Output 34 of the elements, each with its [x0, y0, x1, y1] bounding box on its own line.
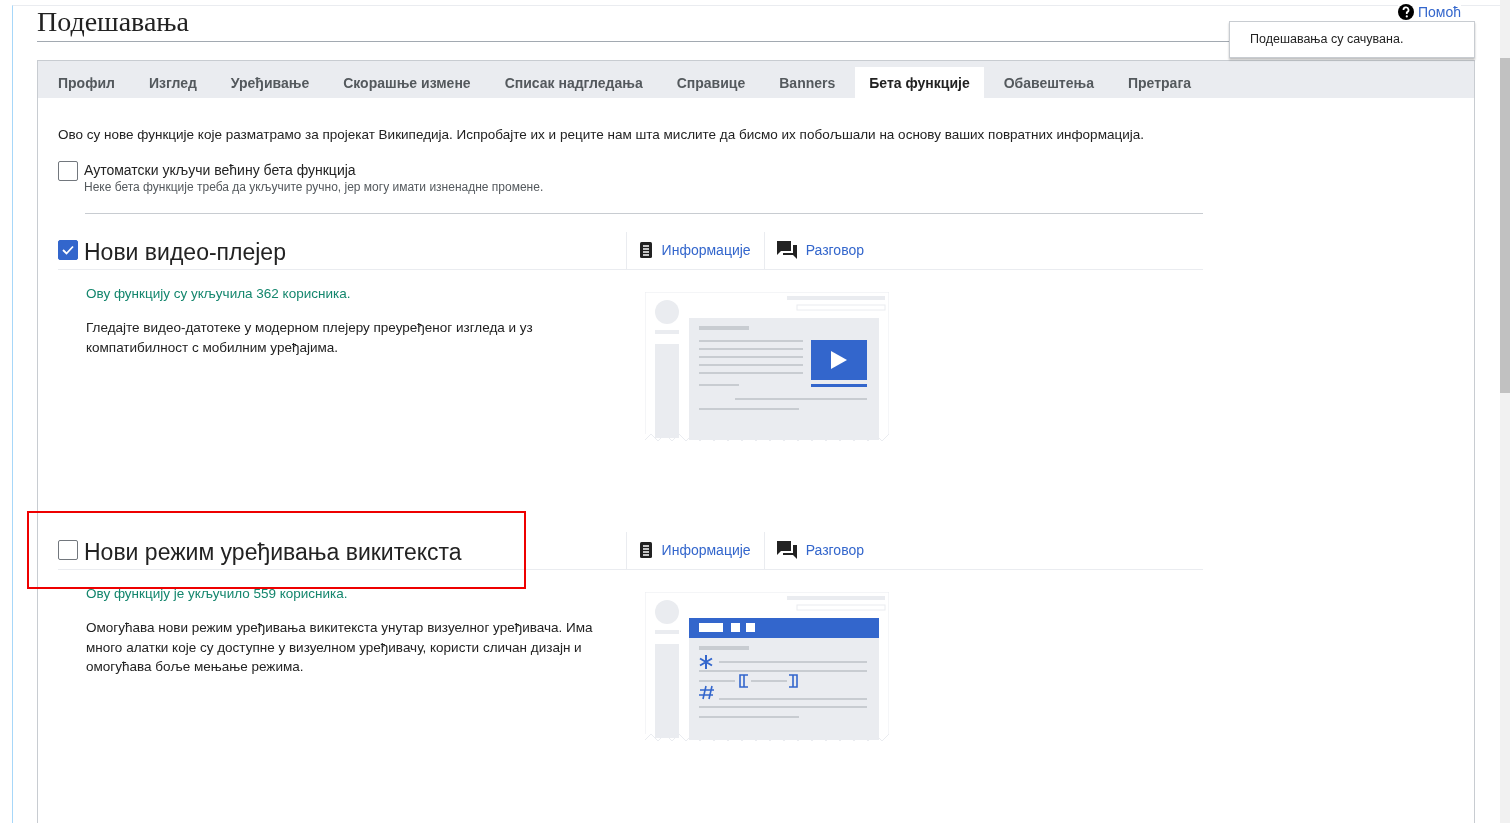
checkbox-label: Аутоматски укључи већину бета функција: [84, 162, 357, 178]
tab[interactable]: Профил: [44, 67, 129, 98]
feature-description: Омогућава нови режим уређивања викитекста унутар визуелног уређивача. Има много алатки које су доступне у визуелном уређивачу, користи сличан дизајн и омогућава боље мењање режима.: [86, 619, 594, 676]
tab[interactable]: Обавештења: [989, 67, 1108, 98]
user-count: Ову функцију је укључило 559 корисника.: [86, 586, 349, 601]
book-icon: [638, 542, 653, 558]
speech-bubbles-icon: [776, 541, 797, 559]
checkbox[interactable]: [58, 540, 78, 560]
speech-bubbles-icon: [776, 241, 797, 259]
talk-link[interactable]: Разговор: [805, 242, 864, 258]
info-link[interactable]: Информације: [661, 542, 751, 558]
feature-title: Нови режим уређивања викитекста: [84, 538, 462, 566]
checkbox[interactable]: [58, 161, 78, 181]
page-title: Подешавања: [37, 6, 1230, 42]
tab[interactable]: Banners: [765, 67, 850, 98]
tab[interactable]: Списак надгледања: [490, 67, 657, 98]
feature-title: Нови видео-плејер: [84, 238, 286, 266]
notification-popup: Подешавања су сачувана.: [1229, 21, 1475, 58]
tab[interactable]: Скорашње измене: [329, 67, 485, 98]
tab[interactable]: Справице: [662, 67, 760, 98]
info-link[interactable]: Информације: [661, 242, 751, 258]
tab[interactable]: Уређивање: [216, 67, 324, 98]
checkbox[interactable]: [58, 240, 78, 260]
user-count: Ову функцију су укључила 362 корисника.: [86, 286, 352, 301]
hint-text: Неке бета функције треба да укључите ручно, јер могу имати изненадне промене.: [84, 180, 544, 194]
tab[interactable]: Бета функције: [855, 67, 984, 98]
scrollbar[interactable]: [1500, 0, 1510, 823]
feature-description: Гледајте видео-датотеке у модерном плејеру преуређеног изгледа и уз компатибилност с мобилним уређајима.: [86, 319, 534, 357]
talk-link[interactable]: Разговор: [805, 542, 864, 558]
check-icon: [61, 243, 75, 257]
tab[interactable]: Изглед: [134, 67, 211, 98]
book-icon: [638, 242, 653, 258]
tab[interactable]: Претрага: [1114, 67, 1206, 98]
intro-text: Ово су нове функције које разматрамо за пројекат Википедија. Испробајте их и реците нам шта мислите да бисмо их побољшали на основу ваших повратних информација.: [58, 127, 1145, 142]
